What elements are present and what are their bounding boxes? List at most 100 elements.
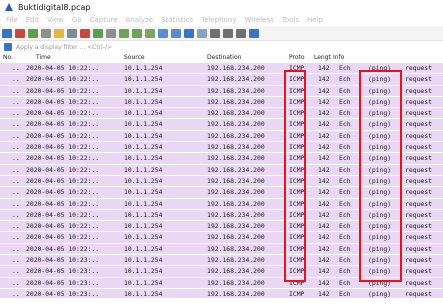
colorize-icon[interactable]	[197, 28, 207, 38]
zoom-out-icon[interactable]	[223, 28, 233, 38]
packet-info-type: Ech	[339, 86, 351, 95]
packet-length: 142	[318, 188, 330, 197]
packet-destination: 192.168.234.200	[207, 165, 265, 174]
packet-length: 142	[318, 109, 330, 118]
packet-length: 142	[318, 244, 330, 253]
packet-number: ..	[12, 109, 20, 118]
packet-source: 10.1.1.254	[124, 188, 163, 197]
packet-info-request: request	[405, 188, 432, 197]
autoscroll-icon[interactable]	[184, 28, 194, 38]
packet-time: 2020-04-05 10:23:..	[26, 256, 100, 265]
table-row[interactable]: .. 2020-04-05 10:23:.. 10.1.1.254 192.168.2…	[0, 288, 443, 298]
bookmark-icon[interactable]	[4, 43, 12, 51]
menu-go[interactable]: Go	[72, 16, 82, 24]
column-header-no[interactable]: No.	[3, 54, 13, 61]
packet-length: 142	[318, 210, 330, 219]
first-packet-icon[interactable]	[158, 28, 168, 38]
packet-number: ..	[12, 233, 20, 242]
open-file-icon[interactable]	[54, 28, 64, 38]
wireshark-window: Buktidigital8.pcap File Edit View Go Cap…	[0, 0, 443, 298]
packet-source: 10.1.1.254	[124, 165, 163, 174]
packet-destination: 192.168.234.200	[207, 176, 265, 185]
packet-destination: 192.168.234.200	[207, 75, 265, 84]
packet-time: 2020-04-05 10:22:..	[26, 233, 100, 242]
reload-file-icon[interactable]	[93, 28, 103, 38]
menu-tools[interactable]: Tools	[282, 16, 299, 24]
packet-time: 2020-04-05 10:23:..	[26, 289, 100, 298]
menu-telephony[interactable]: Telephony	[201, 16, 236, 24]
figure-caption	[0, 298, 443, 308]
go-forward-icon[interactable]	[132, 28, 142, 38]
zoom-in-icon[interactable]	[210, 28, 220, 38]
go-back-icon[interactable]	[119, 28, 129, 38]
normal-size-icon[interactable]	[236, 28, 246, 38]
packet-info-type: Ech	[339, 233, 351, 242]
packet-number: ..	[12, 64, 20, 72]
packet-number: ..	[12, 244, 20, 253]
menu-edit[interactable]: Edit	[26, 16, 40, 24]
capture-options-icon[interactable]	[41, 28, 51, 38]
packet-info-type: Ech	[339, 97, 351, 106]
column-header-protocol[interactable]: Proto	[289, 54, 305, 61]
packet-info-type: Ech	[339, 109, 351, 118]
packet-length: 142	[318, 120, 330, 129]
go-to-packet-icon[interactable]	[145, 28, 155, 38]
save-file-icon[interactable]	[67, 28, 77, 38]
packet-info-type: Ech	[339, 267, 351, 276]
packet-info-request: request	[405, 120, 432, 129]
find-packet-icon[interactable]	[106, 28, 116, 38]
packet-source: 10.1.1.254	[124, 120, 163, 129]
packet-destination: 192.168.234.200	[207, 109, 265, 118]
column-header-destination[interactable]: Destination	[207, 54, 241, 61]
column-header-info[interactable]: Info	[333, 54, 344, 61]
menu-help[interactable]: Help	[307, 16, 323, 24]
packet-info-request: request	[405, 210, 432, 219]
restart-capture-icon[interactable]	[28, 28, 38, 38]
stop-capture-icon[interactable]	[15, 28, 25, 38]
packet-source: 10.1.1.254	[124, 64, 163, 72]
display-filter-input[interactable]: Apply a display filter ... <Ctrl-/>	[16, 44, 112, 51]
packet-info-ping: (ping)	[368, 289, 392, 298]
packet-time: 2020-04-05 10:22:..	[26, 244, 100, 253]
packet-length: 142	[318, 256, 330, 265]
packet-info-request: request	[405, 222, 432, 231]
menu-view[interactable]: View	[47, 16, 64, 24]
packet-info-type: Ech	[339, 210, 351, 219]
menu-statistics[interactable]: Statistics	[161, 16, 193, 24]
column-header-length[interactable]: Lengt	[314, 54, 331, 61]
column-header-time[interactable]: Time	[36, 54, 51, 61]
packet-info-type: Ech	[339, 222, 351, 231]
ping-highlight-box	[359, 70, 402, 282]
close-file-icon[interactable]	[80, 28, 90, 38]
menu-wireless[interactable]: Wireless	[244, 16, 273, 24]
packet-destination: 192.168.234.200	[207, 199, 265, 208]
packet-info-type: Ech	[339, 143, 351, 152]
menu-analyze[interactable]: Analyze	[125, 16, 153, 24]
packet-info-type: Ech	[339, 64, 351, 72]
packet-number: ..	[12, 120, 20, 129]
packet-source: 10.1.1.254	[124, 244, 163, 253]
packet-source: 10.1.1.254	[124, 278, 163, 287]
packet-number: ..	[12, 256, 20, 265]
menu-capture[interactable]: Capture	[90, 16, 118, 24]
packet-destination: 192.168.234.200	[207, 120, 265, 129]
packet-time: 2020-04-05 10:23:..	[26, 278, 100, 287]
packet-info-request: request	[405, 86, 432, 95]
packet-number: ..	[12, 199, 20, 208]
packet-source: 10.1.1.254	[124, 289, 163, 298]
packet-number: ..	[12, 131, 20, 140]
menu-file[interactable]: File	[6, 16, 18, 24]
packet-source: 10.1.1.254	[124, 267, 163, 276]
packet-info-request: request	[405, 256, 432, 265]
packet-destination: 192.168.234.200	[207, 210, 265, 219]
packet-number: ..	[12, 165, 20, 174]
main-toolbar	[0, 26, 443, 40]
start-capture-icon[interactable]	[2, 28, 12, 38]
column-header-source[interactable]: Source	[124, 54, 145, 61]
resize-columns-icon[interactable]	[249, 28, 259, 38]
packet-info-type: Ech	[339, 244, 351, 253]
packet-info-request: request	[405, 199, 432, 208]
packet-number: ..	[12, 267, 20, 276]
last-packet-icon[interactable]	[171, 28, 181, 38]
packet-length: 142	[318, 64, 330, 72]
